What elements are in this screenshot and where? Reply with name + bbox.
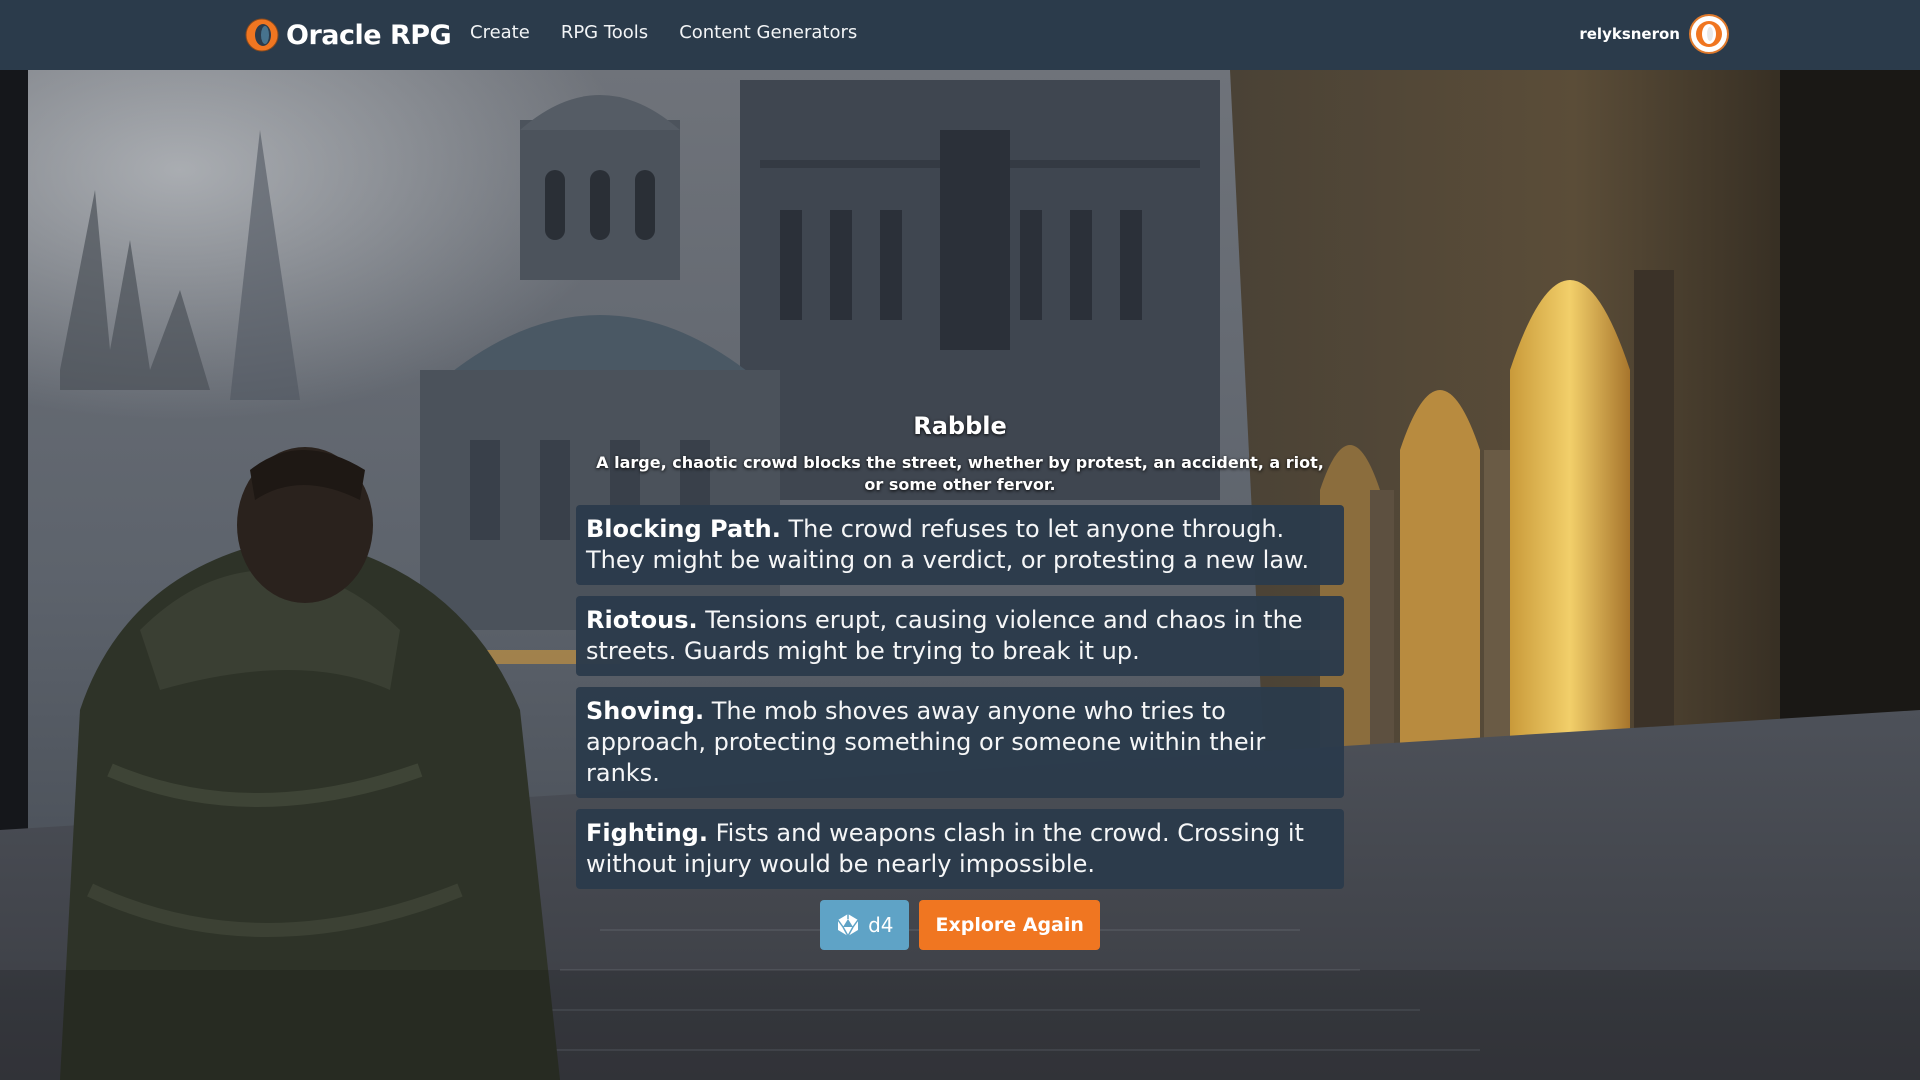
encounter-description: A large, chaotic crowd blocks the street… — [596, 453, 1324, 494]
username[interactable]: relyksneron — [1579, 25, 1680, 43]
option-name: Riotous. — [586, 606, 698, 634]
option-card-fighting[interactable]: Fighting. Fists and weapons clash in the… — [576, 809, 1344, 889]
encounter-title: Rabble — [913, 412, 1007, 440]
action-bar: d4 Explore Again — [576, 900, 1344, 950]
roll-d4-button[interactable]: d4 — [820, 900, 910, 950]
d20-dice-icon — [837, 914, 859, 937]
brand-logo-link[interactable]: Oracle RPG — [244, 16, 452, 54]
dice-label: d4 — [868, 913, 894, 937]
avatar[interactable] — [1689, 14, 1729, 54]
top-navbar: Oracle RPG Create RPG Tools Content Gene… — [0, 0, 1920, 70]
brand-name: Oracle RPG — [286, 19, 452, 51]
encounter-panel: Rabble A large, chaotic crowd blocks the… — [576, 412, 1344, 950]
user-menu[interactable]: relyksneron — [1579, 14, 1729, 54]
option-card-blocking-path[interactable]: Blocking Path. The crowd refuses to let … — [576, 505, 1344, 585]
main-nav: Create RPG Tools Content Generators — [470, 22, 857, 43]
option-card-shoving[interactable]: Shoving. The mob shoves away anyone who … — [576, 687, 1344, 798]
option-name: Fighting. — [586, 819, 708, 847]
nav-link-rpg-tools[interactable]: RPG Tools — [561, 22, 648, 43]
oracle-ring-icon — [1696, 21, 1722, 47]
explore-again-button[interactable]: Explore Again — [919, 900, 1100, 950]
nav-link-content-generators[interactable]: Content Generators — [679, 22, 857, 43]
option-name: Shoving. — [586, 697, 705, 725]
option-name: Blocking Path. — [586, 515, 781, 543]
nav-link-create[interactable]: Create — [470, 22, 530, 43]
oracle-ring-icon — [245, 18, 279, 52]
option-card-riotous[interactable]: Riotous. Tensions erupt, causing violenc… — [576, 596, 1344, 676]
explore-again-label: Explore Again — [935, 914, 1084, 936]
